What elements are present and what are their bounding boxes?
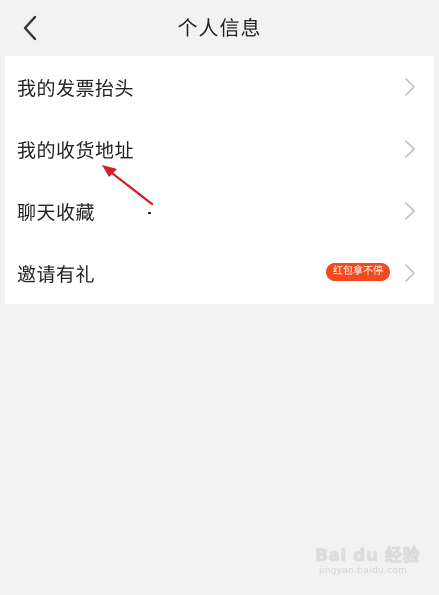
menu-item-invite-rewards[interactable]: 邀请有礼 红包拿不停 <box>5 242 434 304</box>
header-bar: 个人信息 <box>0 0 439 56</box>
menu-item-invoice-title[interactable]: 我的发票抬头 <box>5 56 434 118</box>
chevron-right-icon <box>405 202 415 220</box>
chevron-right-icon <box>405 140 415 158</box>
menu-item-label: 聊天收藏 <box>17 202 96 224</box>
watermark-brand: Bai du 经验 <box>315 546 420 566</box>
promo-badge: 红包拿不停 <box>326 263 390 281</box>
stray-mark <box>148 212 151 214</box>
menu-item-label: 我的发票抬头 <box>17 78 135 100</box>
annotation-arrow-icon <box>102 165 154 206</box>
page-title: 个人信息 <box>177 16 262 40</box>
baidu-watermark: Bai du 经验 jingyan.baidu.com <box>315 539 425 583</box>
watermark-url: jingyan.baidu.com <box>319 566 408 576</box>
chevron-right-icon <box>405 264 415 282</box>
menu-list: 我的发票抬头 我的收货地址 聊天收藏 邀请有礼 红包拿不停 <box>5 56 434 304</box>
chevron-right-icon <box>405 78 415 96</box>
menu-item-shipping-address[interactable]: 我的收货地址 <box>5 118 434 180</box>
menu-item-label: 邀请有礼 <box>17 264 96 286</box>
menu-item-label: 我的收货地址 <box>17 140 135 162</box>
menu-item-chat-favorites[interactable]: 聊天收藏 <box>5 180 434 242</box>
